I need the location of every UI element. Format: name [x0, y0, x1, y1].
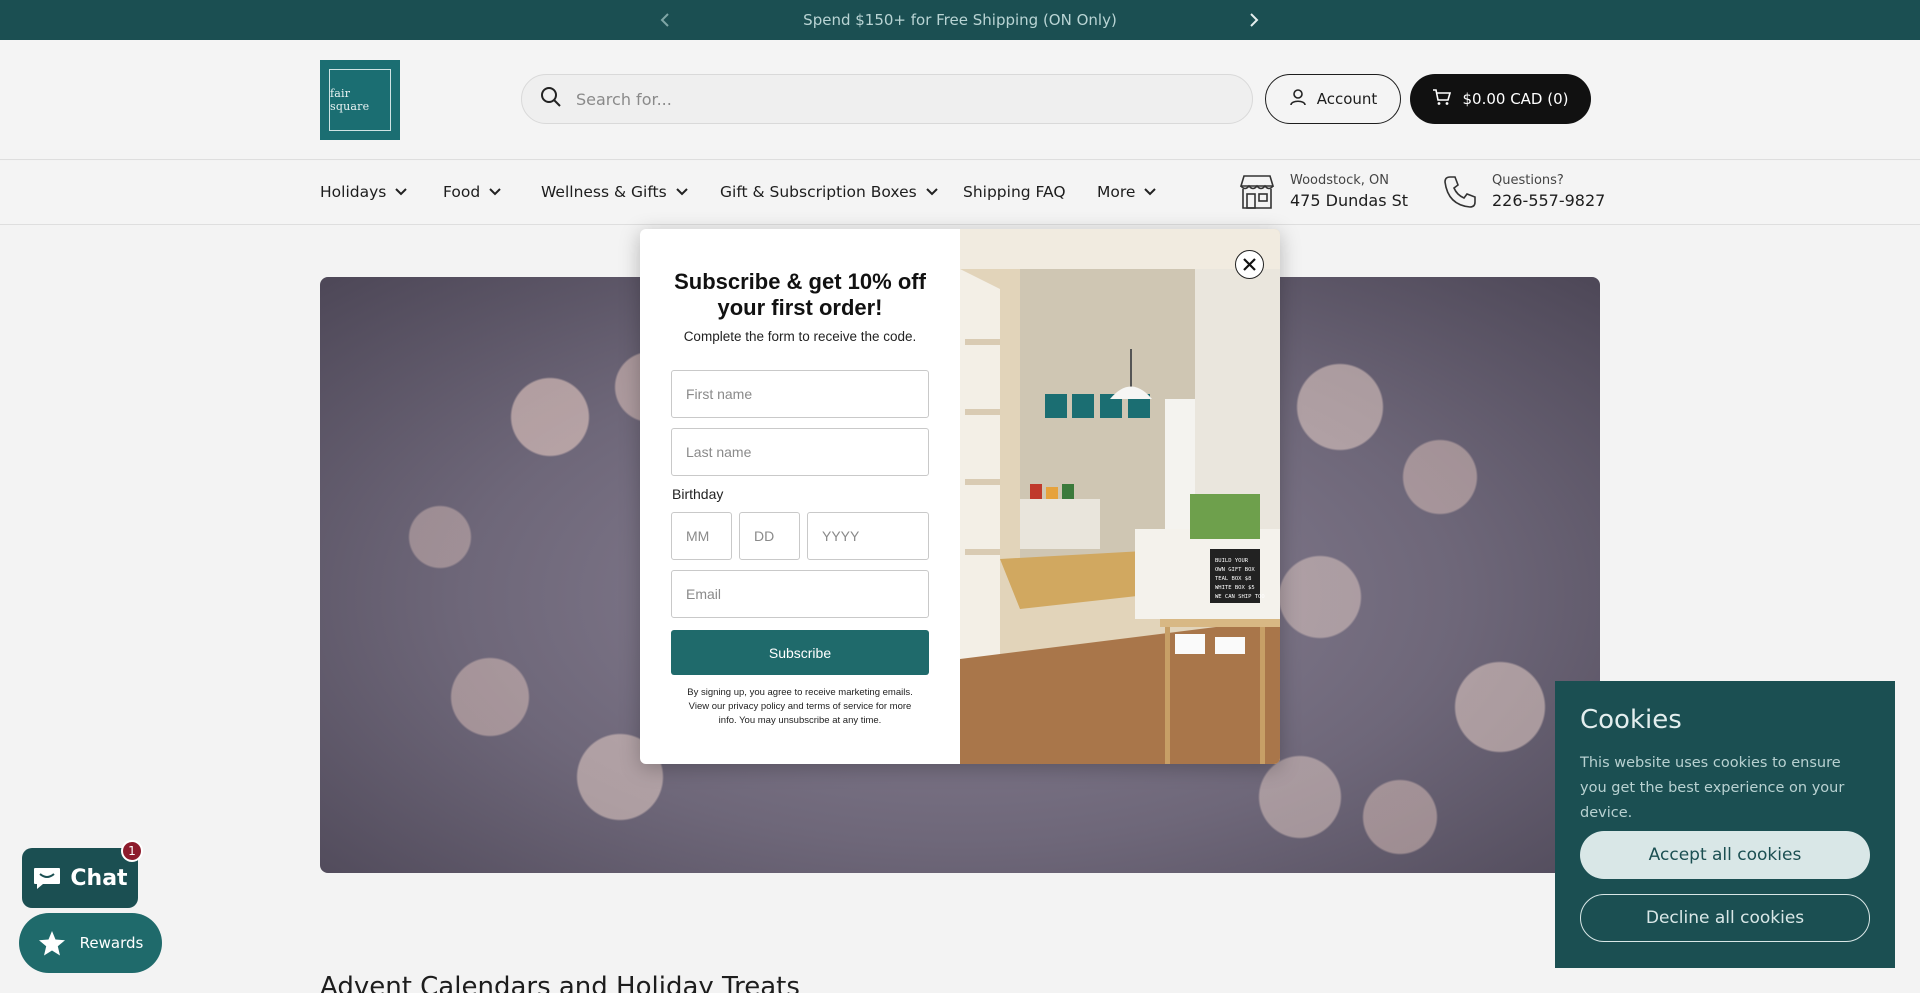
close-popup-button[interactable]	[1235, 250, 1264, 279]
nav-item-more[interactable]: More	[1097, 183, 1157, 201]
chevron-down-icon	[1144, 188, 1157, 196]
user-icon	[1289, 88, 1307, 110]
cart-label: $0.00 CAD (0)	[1462, 90, 1569, 108]
chat-label: Chat	[70, 865, 128, 891]
phone-icon	[1444, 175, 1476, 208]
svg-text:OWN GIFT BOX: OWN GIFT BOX	[1215, 567, 1255, 573]
logo[interactable]: fair square	[320, 60, 400, 140]
birthday-month-field[interactable]	[671, 512, 732, 560]
svg-text:WE CAN SHIP TOO: WE CAN SHIP TOO	[1215, 594, 1265, 600]
store-photo: BUILD YOUR OWN GIFT BOX TEAL BOX $8 WHIT…	[960, 229, 1280, 764]
nav-item-label: Shipping FAQ	[963, 183, 1066, 201]
chat-icon	[34, 868, 61, 889]
search-bar[interactable]	[521, 74, 1253, 124]
search-icon[interactable]	[540, 86, 562, 112]
subscribe-popup: Subscribe & get 10% off your first order…	[640, 229, 1280, 764]
rewards-label: Rewards	[79, 934, 144, 952]
chevron-left-icon[interactable]	[653, 8, 677, 32]
nav-item-wellness-gifts[interactable]: Wellness & Gifts	[541, 183, 689, 201]
popup-title: Subscribe & get 10% off your first order…	[674, 269, 926, 320]
site-header: fair square Account $0.00 CAD (0)	[0, 40, 1920, 160]
chevron-down-icon	[925, 188, 938, 196]
decline-cookies-button[interactable]: Decline all cookies	[1580, 894, 1870, 942]
birthday-label: Birthday	[672, 486, 724, 502]
phone-label: Questions?	[1492, 173, 1564, 188]
main-nav: Holidays Food Wellness & Gifts Gift & Su…	[0, 161, 1920, 225]
store-text: Woodstock, ON 475 Dundas St	[1290, 173, 1408, 210]
nav-item-holidays[interactable]: Holidays	[320, 183, 408, 201]
section-title: Advent Calendars and Holiday Treats	[320, 972, 800, 993]
cookie-banner: Cookies This website uses cookies to ens…	[1555, 681, 1895, 968]
nav-item-label: Holidays	[320, 183, 387, 201]
svg-text:WHITE BOX $5: WHITE BOX $5	[1215, 585, 1255, 591]
account-label: Account	[1316, 90, 1378, 108]
nav-item-gift-subscription-boxes[interactable]: Gift & Subscription Boxes	[720, 183, 939, 201]
nav-item-label: Food	[443, 183, 481, 201]
cookie-text: This website uses cookies to ensure you …	[1580, 755, 1845, 821]
chat-notification-badge: 1	[121, 840, 143, 862]
chevron-right-icon[interactable]	[1242, 8, 1266, 32]
cookie-title: Cookies	[1580, 705, 1682, 735]
logo-text: fair square	[330, 87, 370, 113]
rewards-button[interactable]: Rewards	[19, 913, 162, 973]
chevron-down-icon	[395, 188, 408, 196]
svg-text:TEAL BOX $8: TEAL BOX $8	[1215, 576, 1251, 582]
store-interior-illustration: BUILD YOUR OWN GIFT BOX TEAL BOX $8 WHIT…	[960, 229, 1280, 764]
popup-subtitle: Complete the form to receive the code.	[683, 329, 917, 344]
phone-contact[interactable]: Questions? 226-557-9827	[1442, 173, 1605, 210]
nav-item-shipping-faq[interactable]: Shipping FAQ	[963, 183, 1066, 201]
close-icon	[1243, 258, 1256, 271]
subscribe-form: Subscribe & get 10% off your first order…	[640, 229, 960, 764]
star-icon	[38, 930, 65, 955]
store-city: Woodstock, ON	[1290, 173, 1389, 188]
birthday-year-field[interactable]	[807, 512, 929, 560]
announcement-text[interactable]: Spend $150+ for Free Shipping (ON Only)	[803, 11, 1117, 29]
cart-icon	[1432, 88, 1452, 110]
svg-text:BUILD YOUR: BUILD YOUR	[1215, 558, 1249, 564]
nav-item-label: More	[1097, 183, 1136, 201]
logo-frame: fair square	[329, 69, 391, 131]
nav-item-label: Wellness & Gifts	[541, 183, 667, 201]
announcement-bar: Spend $150+ for Free Shipping (ON Only)	[0, 0, 1920, 40]
first-name-field[interactable]	[671, 370, 929, 418]
subscribe-button[interactable]: Subscribe	[671, 630, 929, 675]
phone-number: 226-557-9827	[1492, 191, 1606, 210]
cart-button[interactable]: $0.00 CAD (0)	[1410, 74, 1591, 124]
phone-text: Questions? 226-557-9827	[1492, 173, 1605, 210]
nav-item-food[interactable]: Food	[443, 183, 502, 201]
nav-item-label: Gift & Subscription Boxes	[720, 183, 917, 201]
email-field[interactable]	[671, 570, 929, 618]
last-name-field[interactable]	[671, 428, 929, 476]
accept-cookies-button[interactable]: Accept all cookies	[1580, 831, 1870, 879]
birthday-day-field[interactable]	[739, 512, 800, 560]
chevron-down-icon	[489, 188, 501, 196]
chevron-down-icon	[675, 188, 688, 196]
legal-text: By signing up, you agree to receive mark…	[687, 687, 913, 726]
store-location[interactable]: Woodstock, ON 475 Dundas St	[1238, 173, 1408, 210]
store-icon	[1239, 174, 1275, 209]
search-input[interactable]	[576, 89, 1196, 109]
chat-button[interactable]: Chat	[22, 848, 138, 908]
store-address: 475 Dundas St	[1290, 191, 1409, 210]
account-button[interactable]: Account	[1265, 74, 1401, 124]
